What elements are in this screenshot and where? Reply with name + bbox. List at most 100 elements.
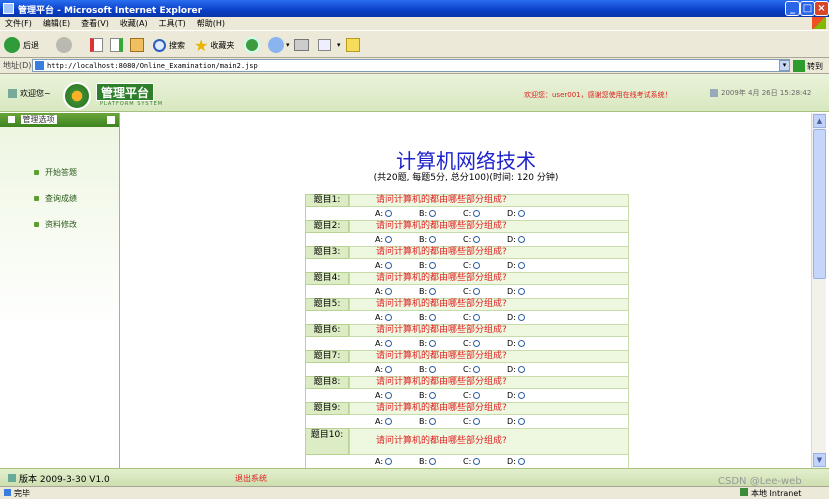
answer-radio[interactable] — [429, 392, 437, 399]
answer-radio[interactable] — [385, 366, 393, 373]
answer-radio[interactable] — [385, 458, 393, 465]
answer-radio[interactable] — [473, 458, 481, 465]
logout-link[interactable]: 退出系统 — [235, 473, 267, 484]
question-label: 题目7: — [305, 350, 349, 363]
close-button[interactable]: × — [814, 1, 829, 16]
answer-radio[interactable] — [429, 314, 437, 321]
favorites-button[interactable]: ★ 收藏夹 — [194, 36, 234, 55]
answer-radio[interactable] — [385, 314, 393, 321]
minimize-button[interactable]: _ — [785, 1, 800, 16]
answer-radio[interactable] — [517, 458, 525, 465]
answer-radio[interactable] — [517, 392, 525, 399]
option-label: B: — [419, 457, 428, 466]
clock-icon — [710, 89, 718, 97]
question-row: 题目1: 请问计算机的都由哪些部分组成? — [305, 194, 629, 207]
mail-button[interactable]: ▾ — [268, 36, 290, 54]
sidebar-item-query-score[interactable]: 查询成绩 — [0, 185, 119, 211]
chevron-down-icon: ▾ — [337, 41, 341, 49]
sidebar-header: 管理选项 — [0, 113, 119, 127]
search-button[interactable]: 搜索 — [153, 36, 185, 54]
question-row: 题目6: 请问计算机的都由哪些部分组成? — [305, 324, 629, 337]
answer-radio[interactable] — [517, 236, 525, 243]
sidebar-item-start-exam[interactable]: 开始答题 — [0, 159, 119, 185]
option-label: B: — [419, 261, 428, 270]
maximize-button[interactable]: □ — [800, 1, 815, 16]
answer-radio[interactable] — [385, 392, 393, 399]
answer-radio[interactable] — [429, 418, 437, 425]
answer-radio[interactable] — [517, 340, 525, 347]
collapse-icon[interactable] — [107, 116, 115, 124]
answer-radio[interactable] — [473, 236, 481, 243]
answer-radio[interactable] — [517, 210, 525, 217]
option-a: A: — [375, 235, 419, 244]
option-label: A: — [375, 261, 384, 270]
answer-radio[interactable] — [429, 210, 437, 217]
answer-radio[interactable] — [473, 392, 481, 399]
menu-help[interactable]: 帮助(H) — [192, 17, 231, 29]
vertical-scrollbar[interactable]: ▲ ▼ — [811, 113, 826, 468]
stop-button[interactable] — [90, 36, 103, 54]
date-display: 2009年 4月 26日 15:28:42 — [710, 88, 811, 98]
answer-radio[interactable] — [517, 288, 525, 295]
answer-radio[interactable] — [385, 262, 393, 269]
answer-radio[interactable] — [473, 366, 481, 373]
option-b: B: — [419, 457, 463, 466]
answer-radio[interactable] — [385, 288, 393, 295]
question-text: 请问计算机的都由哪些部分组成? — [349, 402, 629, 415]
address-dropdown[interactable]: ▾ — [779, 60, 790, 71]
back-button[interactable]: 后退 — [4, 36, 39, 54]
menu-file[interactable]: 文件(F) — [0, 17, 38, 29]
answer-radio[interactable] — [473, 210, 481, 217]
option-a: A: — [375, 457, 419, 466]
address-input[interactable]: http://localhost:8080/Online_Examination… — [32, 59, 790, 72]
answer-radio[interactable] — [429, 366, 437, 373]
answer-radio[interactable] — [473, 314, 481, 321]
options-row: A: B: C: D: — [305, 455, 629, 468]
window-title: 管理平台 - Microsoft Internet Explorer — [18, 6, 203, 16]
home-button[interactable] — [130, 36, 144, 54]
menu-edit[interactable]: 编辑(E) — [38, 17, 76, 29]
answer-radio[interactable] — [473, 262, 481, 269]
page-footer: 版本 2009-3-30 V1.0 退出系统 — [0, 468, 829, 486]
scroll-up-arrow[interactable]: ▲ — [813, 114, 826, 128]
option-label: A: — [375, 313, 384, 322]
menu-favorites[interactable]: 收藏(A) — [115, 17, 154, 29]
status-bar: 完毕 本地 Intranet — [0, 486, 829, 498]
answer-radio[interactable] — [517, 314, 525, 321]
answer-radio[interactable] — [517, 262, 525, 269]
option-label: D: — [507, 457, 516, 466]
scroll-down-arrow[interactable]: ▼ — [813, 453, 826, 467]
menu-view[interactable]: 查看(V) — [76, 17, 115, 29]
answer-radio[interactable] — [473, 340, 481, 347]
answer-radio[interactable] — [429, 262, 437, 269]
edit-button[interactable]: ▾ — [318, 36, 341, 54]
question-row: 题目2: 请问计算机的都由哪些部分组成? — [305, 220, 629, 233]
answer-radio[interactable] — [385, 340, 393, 347]
go-label: 转到 — [807, 61, 823, 71]
answer-radio[interactable] — [429, 458, 437, 465]
answer-radio[interactable] — [517, 366, 525, 373]
back-arrow-icon — [4, 37, 20, 53]
forward-button[interactable] — [56, 36, 72, 54]
messenger-button[interactable] — [346, 36, 360, 54]
option-b: B: — [419, 209, 463, 218]
print-button[interactable] — [294, 36, 309, 54]
answer-radio[interactable] — [385, 210, 393, 217]
answer-radio[interactable] — [385, 418, 393, 425]
answer-radio[interactable] — [385, 236, 393, 243]
sidebar-item-edit-profile[interactable]: 资料修改 — [0, 211, 119, 237]
answer-radio[interactable] — [429, 340, 437, 347]
answer-radio[interactable] — [473, 288, 481, 295]
menu-tools[interactable]: 工具(T) — [154, 17, 192, 29]
option-a: A: — [375, 209, 419, 218]
answer-radio[interactable] — [429, 236, 437, 243]
history-button[interactable] — [244, 36, 260, 54]
answer-radio[interactable] — [473, 418, 481, 425]
answer-radio[interactable] — [429, 288, 437, 295]
option-label: C: — [463, 313, 472, 322]
options-row: A: B: C: D: — [305, 207, 629, 220]
scroll-thumb[interactable] — [813, 129, 826, 279]
refresh-button[interactable] — [110, 36, 123, 54]
go-button[interactable]: 转到 — [793, 59, 823, 73]
answer-radio[interactable] — [517, 418, 525, 425]
